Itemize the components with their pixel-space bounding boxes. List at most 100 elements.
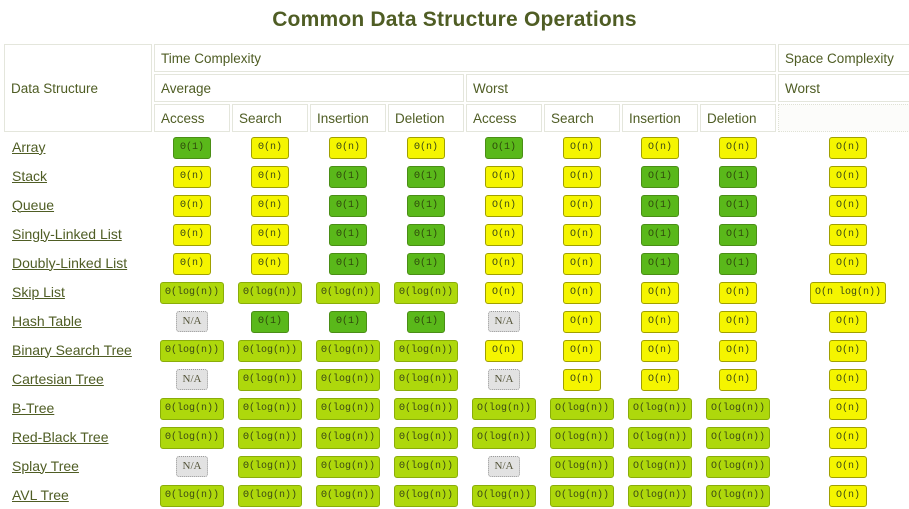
complexity-badge: Θ(n) xyxy=(329,137,367,159)
complexity-badge: Θ(n) xyxy=(173,253,211,275)
complexity-cell: O(1) xyxy=(700,163,776,190)
complexity-cell: Θ(log(n)) xyxy=(388,337,464,364)
complexity-badge: O(n) xyxy=(563,224,601,246)
complexity-cell: Θ(log(n)) xyxy=(388,424,464,451)
complexity-badge: O(n) xyxy=(641,340,679,362)
complexity-badge: O(log(n)) xyxy=(549,398,614,420)
complexity-badge: Θ(1) xyxy=(407,311,445,333)
complexity-badge: O(log(n)) xyxy=(706,398,771,420)
complexity-cell: Θ(n) xyxy=(310,134,386,161)
complexity-badge: O(n) xyxy=(563,195,601,217)
complexity-badge: Θ(1) xyxy=(329,311,367,333)
complexity-cell: O(n) xyxy=(544,221,620,248)
data-structure-link[interactable]: Singly-Linked List xyxy=(12,226,122,242)
header-average: Average xyxy=(154,74,464,102)
table-row: Skip List Θ(log(n)) Θ(log(n)) Θ(log(n)) Θ(lo… xyxy=(4,279,909,306)
complexity-badge: Θ(log(n)) xyxy=(315,427,380,449)
complexity-badge: O(n) xyxy=(829,369,868,391)
complexity-cell: Θ(log(n)) xyxy=(154,482,230,509)
data-structure-link[interactable]: Splay Tree xyxy=(12,458,79,474)
complexity-badge: O(n) xyxy=(719,282,758,304)
complexity-badge: O(n) xyxy=(829,195,868,217)
complexity-cell: O(1) xyxy=(700,250,776,277)
data-structure-link[interactable]: Red-Black Tree xyxy=(12,429,108,445)
complexity-badge: O(log(n)) xyxy=(471,398,536,420)
complexity-badge: O(n) xyxy=(485,253,523,275)
data-structure-cell: Doubly-Linked List xyxy=(4,250,152,277)
data-structure-link[interactable]: Queue xyxy=(12,197,54,213)
data-structure-cell: Splay Tree xyxy=(4,453,152,480)
complexity-badge: O(log(n)) xyxy=(627,427,692,449)
complexity-cell: O(n) xyxy=(700,279,776,306)
complexity-cell: O(n) xyxy=(544,134,620,161)
data-structure-link[interactable]: AVL Tree xyxy=(12,487,69,503)
data-structure-cell: Red-Black Tree xyxy=(4,424,152,451)
complexity-badge: O(1) xyxy=(719,166,758,188)
complexity-badge: Θ(log(n)) xyxy=(393,485,458,507)
table-body: Array Θ(1) Θ(n) Θ(n) Θ(n) O(1) O(n) O(n) O(n) O(n… xyxy=(4,134,909,509)
complexity-cell: O(n) xyxy=(778,453,909,480)
complexity-cell: Θ(n) xyxy=(154,221,230,248)
complexity-cell: O(log(n)) xyxy=(622,482,698,509)
complexity-cell: O(1) xyxy=(700,221,776,248)
complexity-cell: Θ(log(n)) xyxy=(310,453,386,480)
complexity-badge: O(n) xyxy=(563,282,601,304)
complexity-cell: N/A xyxy=(466,366,542,393)
complexity-cell: Θ(1) xyxy=(310,250,386,277)
data-structure-link[interactable]: Array xyxy=(12,139,45,155)
complexity-badge: Θ(log(n)) xyxy=(393,427,458,449)
complexity-cell: Θ(log(n)) xyxy=(388,453,464,480)
complexity-badge: Θ(log(n)) xyxy=(315,282,380,304)
complexity-badge: Θ(n) xyxy=(173,166,211,188)
data-structure-link[interactable]: Stack xyxy=(12,168,47,184)
complexity-cell: Θ(1) xyxy=(388,192,464,219)
complexity-cell: Θ(log(n)) xyxy=(154,395,230,422)
complexity-badge: O(1) xyxy=(719,224,758,246)
na-badge: N/A xyxy=(175,311,209,332)
header-avg-access: Access xyxy=(154,104,230,132)
complexity-badge: O(n) xyxy=(829,137,868,159)
complexity-cell: O(n) xyxy=(778,134,909,161)
complexity-badge: O(log(n)) xyxy=(549,485,614,507)
table-row: Stack Θ(n) Θ(n) Θ(1) Θ(1) O(n) O(n) O(1) O(1) O(n… xyxy=(4,163,909,190)
complexity-cell: O(n) xyxy=(622,337,698,364)
complexity-badge: O(n) xyxy=(829,253,868,275)
data-structure-link[interactable]: Binary Search Tree xyxy=(12,342,132,358)
complexity-badge: Θ(n) xyxy=(251,253,289,275)
header-row-1: Data Structure Time Complexity Space Com… xyxy=(4,44,909,132)
complexity-cell: Θ(1) xyxy=(310,221,386,248)
table-row: Array Θ(1) Θ(n) Θ(n) Θ(n) O(1) O(n) O(n) O(n) O(n… xyxy=(4,134,909,161)
complexity-badge: Θ(log(n)) xyxy=(237,456,302,478)
complexity-badge: Θ(n) xyxy=(251,137,289,159)
data-structure-cell: Hash Table xyxy=(4,308,152,335)
complexity-badge: O(n) xyxy=(719,369,758,391)
complexity-cell: Θ(n) xyxy=(154,250,230,277)
data-structure-link[interactable]: Doubly-Linked List xyxy=(12,255,127,271)
data-structure-link[interactable]: Skip List xyxy=(12,284,65,300)
complexity-cell: O(n) xyxy=(778,250,909,277)
complexity-badge: Θ(log(n)) xyxy=(315,456,380,478)
complexity-badge: Θ(1) xyxy=(329,224,367,246)
complexity-badge: Θ(log(n)) xyxy=(393,340,458,362)
complexity-cell: O(n) xyxy=(544,192,620,219)
complexity-cell: Θ(log(n)) xyxy=(232,424,308,451)
complexity-badge: O(log(n)) xyxy=(627,456,692,478)
table-row: B-Tree Θ(log(n)) Θ(log(n)) Θ(log(n)) Θ(log(n… xyxy=(4,395,909,422)
complexity-cell: O(n) xyxy=(778,221,909,248)
complexity-badge: O(n) xyxy=(563,253,601,275)
complexity-cell: Θ(log(n)) xyxy=(310,395,386,422)
complexity-cell: O(n) xyxy=(466,192,542,219)
complexity-cell: N/A xyxy=(466,308,542,335)
data-structure-link[interactable]: Hash Table xyxy=(12,313,82,329)
complexity-badge: O(n) xyxy=(563,137,601,159)
complexity-cell: O(n) xyxy=(778,163,909,190)
complexity-badge: O(log(n)) xyxy=(627,398,692,420)
complexity-badge: Θ(log(n)) xyxy=(159,398,224,420)
complexity-badge: O(n) xyxy=(485,340,523,362)
table-row: Red-Black Tree Θ(log(n)) Θ(log(n)) Θ(log(n)… xyxy=(4,424,909,451)
complexity-badge: O(log(n)) xyxy=(627,485,692,507)
data-structure-link[interactable]: Cartesian Tree xyxy=(12,371,104,387)
complexity-badge: Θ(log(n)) xyxy=(315,369,380,391)
data-structure-link[interactable]: B-Tree xyxy=(12,400,54,416)
complexity-badge: O(n log(n)) xyxy=(810,282,887,304)
